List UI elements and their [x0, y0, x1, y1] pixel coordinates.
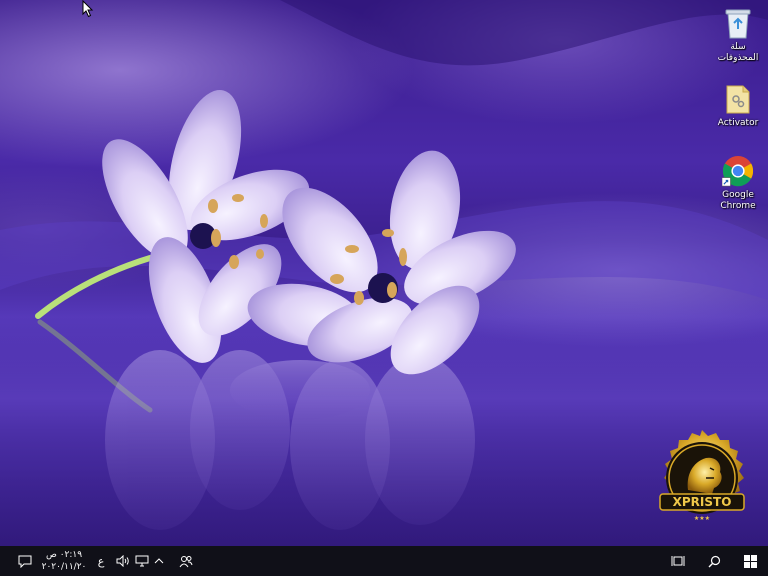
chevron-up-icon: [154, 558, 164, 564]
clock-date: ٢٠٢٠/١١/٢٠: [41, 562, 87, 572]
desktop-icon-activator[interactable]: Activator: [708, 82, 768, 129]
mouse-cursor-icon: [82, 0, 94, 18]
desktop-icon-google-chrome[interactable]: Google Chrome: [708, 154, 768, 212]
recycle-bin-icon: [722, 6, 754, 40]
volume-button[interactable]: [114, 546, 132, 576]
task-view-button[interactable]: [666, 546, 690, 576]
desktop-icon-label: Activator: [717, 118, 759, 128]
action-center-button[interactable]: [12, 546, 38, 576]
clock[interactable]: ٠٢:١٩ ص ٢٠٢٠/١١/٢٠: [41, 546, 87, 576]
taskbar: ٠٢:١٩ ص ٢٠٢٠/١١/٢٠ ع: [0, 546, 768, 576]
xpristo-logo: XPRISTO ★★★: [659, 430, 745, 522]
chrome-icon: [722, 154, 754, 188]
desktop-icon-recycle-bin[interactable]: سلة المحذوفات: [708, 6, 768, 64]
svg-text:★★★: ★★★: [694, 515, 710, 522]
desktop-icon-label: سلة المحذوفات: [717, 42, 759, 63]
windows-start-icon: [743, 554, 757, 568]
volume-icon: [116, 555, 129, 567]
start-button[interactable]: [736, 546, 764, 576]
logo-text: XPRISTO: [673, 495, 732, 509]
clock-time: ٠٢:١٩ ص: [45, 550, 83, 560]
folder-icon: [722, 82, 754, 116]
desktop: سلة المحذوفات Activator Google Chrome XP…: [0, 0, 768, 576]
desktop-icon-label: Google Chrome: [720, 190, 756, 211]
keyboard-language-label: ع: [97, 554, 105, 568]
keyboard-language-button[interactable]: ع: [92, 546, 110, 576]
task-view-icon: [671, 556, 685, 566]
search-button[interactable]: [702, 546, 726, 576]
people-button[interactable]: [176, 546, 196, 576]
search-icon: [708, 555, 720, 567]
people-icon: [179, 555, 193, 567]
show-hidden-icons-button[interactable]: [151, 546, 167, 576]
network-button[interactable]: [133, 546, 151, 576]
action-center-icon: [18, 555, 32, 568]
network-icon: [135, 555, 149, 567]
